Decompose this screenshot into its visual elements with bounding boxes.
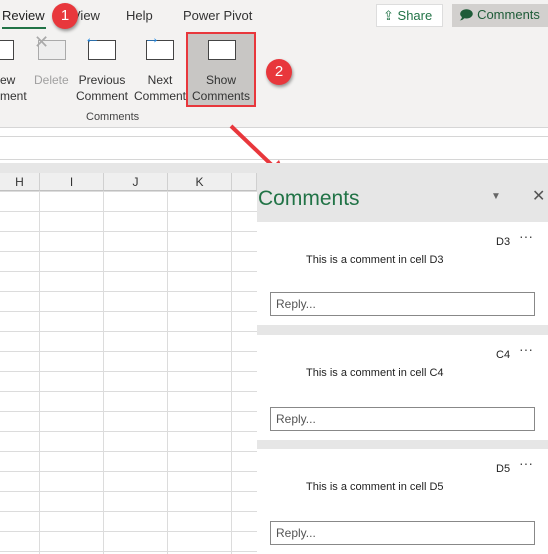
show-comments-label: Show Comments — [191, 73, 250, 103]
next-comment-button[interactable]: → Next Comment — [132, 30, 188, 108]
reply-input[interactable]: Reply... — [270, 292, 535, 316]
column-header-i[interactable]: I — [40, 173, 104, 191]
share-button[interactable]: ⇪ Share — [376, 4, 443, 27]
comments-label: Comments — [477, 7, 540, 22]
comment-cell-ref: C4 — [496, 349, 511, 361]
close-icon[interactable]: ✕ — [532, 186, 545, 206]
column-header-h[interactable]: H — [0, 173, 40, 191]
column-header-j[interactable]: J — [104, 173, 168, 191]
comments-pane: Comments ▼ ✕ D3 ··· This is a comment in… — [257, 163, 548, 554]
x-mark-icon: ✕ — [34, 32, 50, 52]
tab-review[interactable]: Review — [2, 8, 45, 23]
comment-card[interactable]: D3 ··· This is a comment in cell D3 Repl… — [257, 222, 548, 325]
previous-comment-button[interactable]: ← Previous Comment — [72, 30, 132, 108]
step-badge-2: 2 — [266, 59, 292, 85]
comment-card[interactable]: C4 ··· This is a comment in cell C4 Repl… — [257, 335, 548, 440]
share-label: Share — [397, 8, 433, 23]
comment-text: This is a comment in cell D3 — [306, 254, 444, 266]
tab-help[interactable]: Help — [126, 8, 153, 23]
comment-icon: 🗩 — [459, 7, 474, 22]
delete-label: Delete — [34, 73, 69, 87]
next-comment-label: Next Comment — [133, 73, 186, 103]
comment-text: This is a comment in cell C4 — [306, 367, 444, 379]
comment-icon — [0, 40, 14, 60]
comment-text: This is a comment in cell D5 — [306, 481, 444, 493]
new-comment-label: ew ment — [0, 73, 27, 103]
reply-input[interactable]: Reply... — [270, 521, 535, 545]
pane-options-chevron-icon[interactable]: ▼ — [491, 191, 501, 202]
ribbon: Review View Help Power Pivot ⇪ Share 🗩 C… — [0, 0, 548, 128]
active-tab-underline — [2, 27, 46, 29]
arrow-left-icon: ← — [84, 30, 100, 47]
share-icon: ⇪ — [383, 8, 394, 23]
comments-button[interactable]: 🗩 Comments — [452, 4, 548, 27]
tab-power-pivot[interactable]: Power Pivot — [183, 8, 252, 23]
pane-title: Comments — [258, 187, 360, 210]
worksheet-grid[interactable] — [0, 163, 257, 554]
more-options-icon[interactable]: ··· — [519, 341, 533, 357]
show-comments-icon — [208, 40, 236, 60]
step-badge-1: 1 — [52, 3, 78, 29]
column-header-k[interactable]: K — [168, 173, 232, 191]
comment-card[interactable]: D5 ··· This is a comment in cell D5 Repl… — [257, 449, 548, 554]
more-options-icon[interactable]: ··· — [519, 455, 533, 471]
previous-comment-label: Previous Comment — [75, 73, 128, 103]
delete-comment-button[interactable]: ✕ Delete — [32, 32, 70, 108]
comment-cell-ref: D5 — [496, 463, 511, 475]
arrow-right-icon: → — [144, 30, 160, 47]
group-label-comments: Comments — [86, 111, 140, 123]
reply-input[interactable]: Reply... — [270, 407, 535, 431]
show-comments-button[interactable]: Show Comments — [186, 32, 256, 107]
more-options-icon[interactable]: ··· — [519, 228, 533, 244]
comment-cell-ref: D3 — [496, 236, 511, 248]
